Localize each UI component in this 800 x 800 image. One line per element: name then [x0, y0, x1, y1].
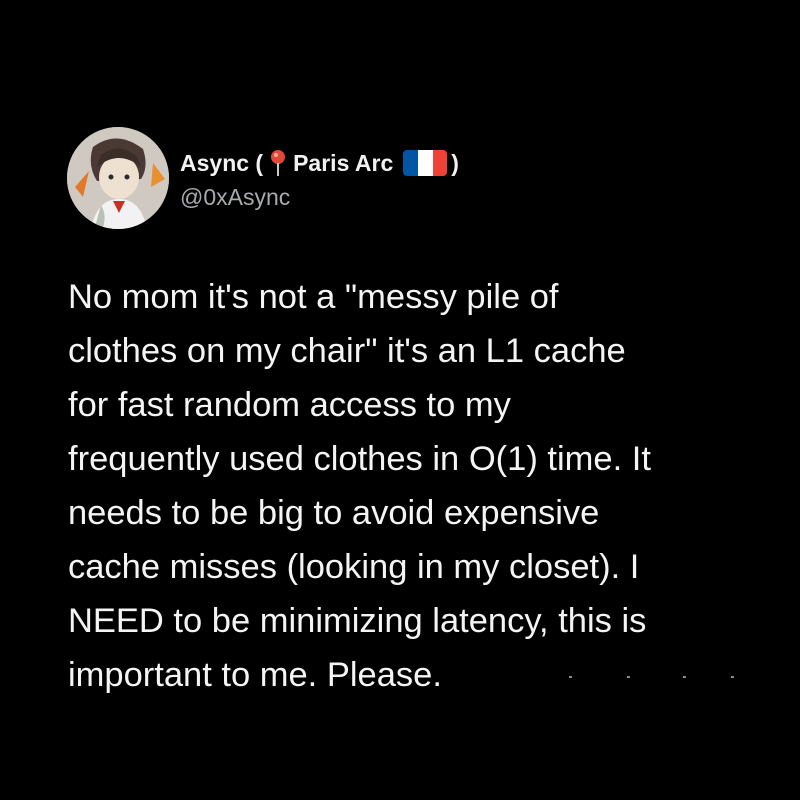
author-name[interactable]: Async ( Paris Arc ): [180, 146, 459, 180]
cropped-text-fragment: [569, 676, 734, 678]
more-options-icon[interactable]: [700, 148, 740, 168]
author-name-suffix: ): [451, 149, 459, 176]
tweet-text-line: No mom it's not a "messy pile of: [68, 278, 559, 316]
tweet-text: No mom it's not a "messy pile of clothes…: [68, 270, 758, 702]
tweet-text-line: for fast random access to my: [68, 386, 511, 424]
tweet-text-line: NEED to be minimizing latency, this is: [68, 602, 647, 640]
tweet-card: Async ( Paris Arc ) @0xAsync No mom it's…: [0, 0, 800, 800]
tweet-text-line: clothes on my chair" it's an L1 cache: [68, 332, 626, 370]
france-flag-icon: [403, 150, 448, 176]
tweet-text-line: needs to be big to avoid expensive: [68, 494, 600, 532]
tweet-text-line: cache misses (looking in my closet). I: [68, 548, 640, 586]
author-name-prefix: Async (: [180, 149, 264, 176]
author-location: Paris Arc: [293, 149, 394, 176]
avatar[interactable]: [67, 127, 169, 229]
round-pushpin-icon: [269, 149, 287, 177]
tweet-text-line: frequently used clothes in O(1) time. It: [68, 440, 651, 478]
author-handle[interactable]: @0xAsync: [180, 184, 290, 211]
